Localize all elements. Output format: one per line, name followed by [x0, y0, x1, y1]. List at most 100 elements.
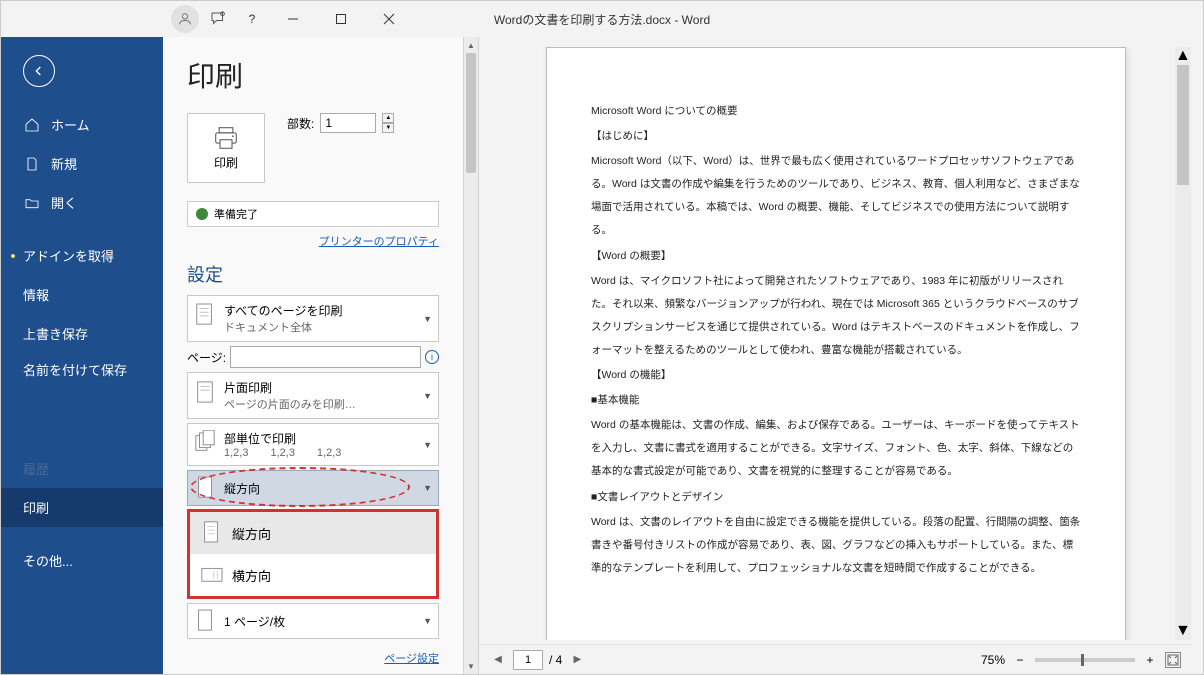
- nav-item-label: 新規: [51, 154, 77, 173]
- nav-item-label: ホーム: [51, 115, 90, 134]
- printer-status-box[interactable]: 準備完了: [187, 201, 439, 227]
- settings-scrollbar[interactable]: ▲ ▼: [463, 37, 479, 674]
- copies-down-button[interactable]: ▼: [382, 123, 394, 133]
- pages-input[interactable]: [230, 346, 421, 368]
- next-page-button[interactable]: ▶: [568, 651, 586, 669]
- setting-title: 1 ページ/枚: [224, 613, 432, 630]
- nav-other[interactable]: その他...: [1, 541, 163, 580]
- nav-item-label: 印刷: [23, 498, 49, 517]
- nav-item-label: 履歴: [23, 459, 49, 478]
- nav-get-addins[interactable]: アドインを取得: [1, 236, 163, 275]
- option-label: 横方向: [232, 566, 271, 585]
- preview-scrollbar[interactable]: ▲ ▼: [1175, 47, 1191, 640]
- setting-orientation[interactable]: 縦方向 ▼: [187, 470, 439, 506]
- chevron-down-icon: ▼: [423, 314, 432, 324]
- nav-item-label: 開く: [51, 193, 77, 212]
- backstage-sidebar: ホーム 新規 開く アドインを取得 情報 上書き保存 名前を付けて保存 履歴 印…: [1, 37, 163, 674]
- chevron-down-icon: ▼: [423, 483, 432, 493]
- zoom-out-button[interactable]: −: [1013, 653, 1027, 667]
- landscape-icon: [200, 562, 222, 588]
- current-page-input[interactable]: [513, 650, 543, 670]
- copies-up-button[interactable]: ▲: [382, 113, 394, 123]
- setting-title: 部単位で印刷: [224, 430, 432, 447]
- prev-page-button[interactable]: ◀: [489, 651, 507, 669]
- page-icon: [194, 608, 216, 634]
- scroll-down-button[interactable]: ▼: [464, 658, 478, 674]
- zoom-slider-handle[interactable]: [1081, 654, 1084, 666]
- zoom-in-button[interactable]: +: [1143, 653, 1157, 667]
- chevron-down-icon: ▼: [423, 616, 432, 626]
- feedback-icon[interactable]: [203, 4, 233, 34]
- scroll-up-button[interactable]: ▲: [1175, 47, 1191, 65]
- print-backstage-content: 印刷 印刷 部数: ▲ ▼ 準備完了 プリンターのプロパティ 設定: [163, 37, 1203, 674]
- nav-save-as[interactable]: 名前を付けて保存: [1, 353, 163, 389]
- chevron-down-icon: ▼: [423, 391, 432, 401]
- close-button[interactable]: [367, 4, 411, 34]
- account-icon[interactable]: [171, 5, 199, 33]
- chevron-down-icon: ▼: [423, 440, 432, 450]
- print-button[interactable]: 印刷: [187, 113, 265, 183]
- setting-title: 縦方向: [224, 480, 432, 497]
- maximize-button[interactable]: [319, 4, 363, 34]
- minimize-button[interactable]: [271, 4, 315, 34]
- setting-print-all-pages[interactable]: すべてのページを印刷 ドキュメント全体 ▼: [187, 295, 439, 342]
- preview-canvas: Microsoft Word についての概要 【はじめに】 Microsoft …: [499, 47, 1173, 640]
- zoom-slider[interactable]: [1035, 658, 1135, 662]
- setting-subtitle: ドキュメント全体: [224, 319, 432, 335]
- print-button-label: 印刷: [214, 154, 238, 171]
- print-settings-pane: 印刷 印刷 部数: ▲ ▼ 準備完了 プリンターのプロパティ 設定: [163, 37, 463, 674]
- document-icon: [23, 155, 41, 173]
- nav-info[interactable]: 情報: [1, 275, 163, 314]
- preview-text: Microsoft Word についての概要: [591, 100, 1081, 123]
- nav-item-label: 名前を付けて保存: [23, 363, 127, 379]
- option-label: 縦方向: [232, 524, 271, 543]
- zoom-fit-button[interactable]: [1165, 652, 1181, 668]
- setting-title: 片面印刷: [224, 379, 432, 396]
- home-icon: [23, 116, 41, 134]
- preview-text: Microsoft Word（以下、Word）は、世界で最も広く使用されているワ…: [591, 150, 1081, 242]
- orientation-option-landscape[interactable]: 横方向: [190, 554, 436, 596]
- portrait-icon: [194, 475, 216, 501]
- nav-new[interactable]: 新規: [1, 144, 163, 183]
- preview-text: ■文書レイアウトとデザイン: [591, 486, 1081, 509]
- preview-page: Microsoft Word についての概要 【はじめに】 Microsoft …: [546, 47, 1126, 640]
- help-button[interactable]: ?: [237, 4, 267, 34]
- preview-footer: ◀ / 4 ▶ 75% − +: [479, 644, 1191, 674]
- total-pages-label: / 4: [549, 653, 562, 667]
- setting-collate[interactable]: 部単位で印刷 1,2,3 1,2,3 1,2,3 ▼: [187, 423, 439, 466]
- scroll-up-button[interactable]: ▲: [464, 37, 478, 53]
- nav-item-label: 上書き保存: [23, 324, 88, 343]
- setting-subtitle: ページの片面のみを印刷…: [224, 396, 432, 412]
- scroll-thumb[interactable]: [1177, 65, 1189, 185]
- folder-open-icon: [23, 194, 41, 212]
- nav-history: 履歴: [1, 449, 163, 488]
- preview-text: 【Word の概要】: [591, 245, 1081, 268]
- status-ready-icon: [196, 208, 208, 220]
- pages-icon: [194, 302, 216, 328]
- title-bar: Wordの文書を印刷する方法.docx - Word ?: [1, 1, 1203, 37]
- collate-icon: [194, 430, 216, 456]
- printer-properties-link[interactable]: プリンターのプロパティ: [187, 233, 439, 249]
- info-icon[interactable]: i: [425, 350, 439, 364]
- nav-open[interactable]: 開く: [1, 183, 163, 222]
- copies-input[interactable]: [320, 113, 376, 133]
- orientation-option-portrait[interactable]: 縦方向: [190, 512, 436, 554]
- page-setup-link[interactable]: ページ設定: [187, 644, 439, 666]
- scroll-down-button[interactable]: ▼: [1175, 622, 1191, 640]
- preview-text: Word は、文書のレイアウトを自由に設定できる機能を提供している。段落の配置、…: [591, 511, 1081, 580]
- nav-home[interactable]: ホーム: [1, 105, 163, 144]
- preview-text: ■基本機能: [591, 389, 1081, 412]
- nav-save[interactable]: 上書き保存: [1, 314, 163, 353]
- nav-item-label: 情報: [23, 285, 49, 304]
- setting-single-side[interactable]: 片面印刷 ページの片面のみを印刷… ▼: [187, 372, 439, 419]
- setting-title: すべてのページを印刷: [224, 302, 432, 319]
- preview-text: 【Word の機能】: [591, 364, 1081, 387]
- nav-print[interactable]: 印刷: [1, 488, 163, 527]
- portrait-icon: [200, 520, 222, 546]
- back-button[interactable]: [23, 55, 55, 87]
- setting-pages-per-sheet[interactable]: 1 ページ/枚 ▼: [187, 603, 439, 639]
- settings-header: 設定: [187, 261, 439, 287]
- scroll-thumb[interactable]: [466, 53, 476, 173]
- page-title: 印刷: [187, 55, 439, 95]
- nav-item-label: その他...: [23, 551, 73, 570]
